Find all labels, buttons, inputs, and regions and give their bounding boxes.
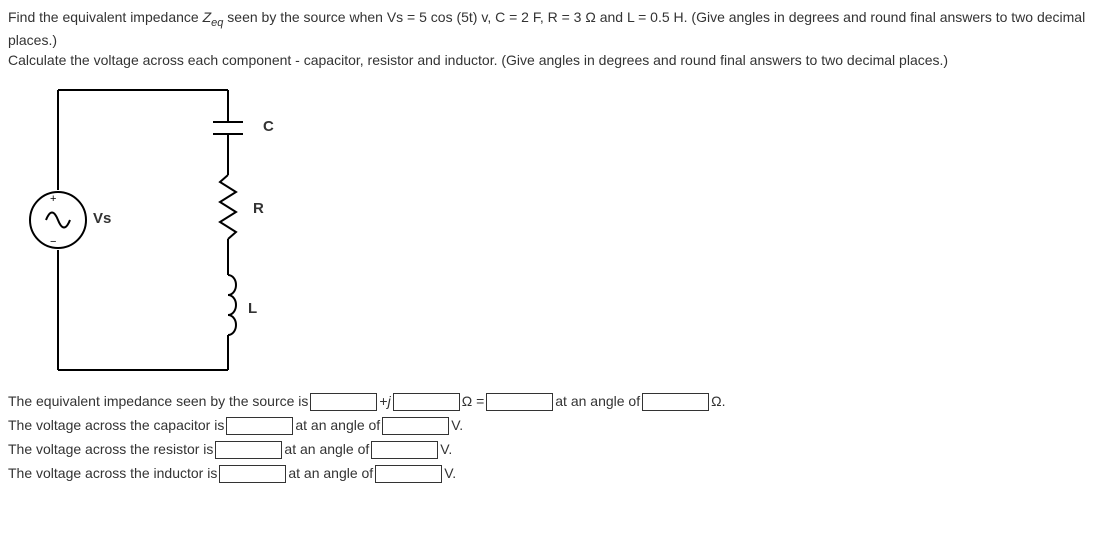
v-end-text-1: V. — [451, 414, 463, 438]
input-zeq-imag[interactable] — [393, 393, 460, 411]
input-vc-mag[interactable] — [226, 417, 293, 435]
input-vc-angle[interactable] — [382, 417, 449, 435]
at-angle-text-2: at an angle of — [295, 414, 380, 438]
input-zeq-mag[interactable] — [486, 393, 553, 411]
answer-line-vc: The voltage across the capacitor is at a… — [8, 414, 1111, 438]
input-zeq-angle[interactable] — [642, 393, 709, 411]
input-vr-angle[interactable] — [371, 441, 438, 459]
ans4-text: The voltage across the inductor is — [8, 462, 217, 486]
ans1-text: The equivalent impedance seen by the sou… — [8, 390, 308, 414]
v-end-text-3: V. — [444, 462, 456, 486]
at-angle-text-3: at an angle of — [284, 438, 369, 462]
input-vl-mag[interactable] — [219, 465, 286, 483]
omega-eq-text: Ω = — [462, 390, 485, 414]
r-label: R — [253, 200, 264, 217]
vs-minus: − — [50, 236, 56, 248]
q-line1-part1: Find the equivalent impedance — [8, 9, 203, 25]
input-zeq-real[interactable] — [310, 393, 377, 411]
ans2-text: The voltage across the capacitor is — [8, 414, 224, 438]
v-end-text-2: V. — [440, 438, 452, 462]
answer-line-vr: The voltage across the resistor is at an… — [8, 438, 1111, 462]
at-angle-text-1: at an angle of — [555, 390, 640, 414]
ans3-text: The voltage across the resistor is — [8, 438, 213, 462]
q-line2: Calculate the voltage across each compon… — [8, 52, 948, 68]
omega-end-text: Ω. — [711, 390, 725, 414]
answer-section: The equivalent impedance seen by the sou… — [8, 390, 1111, 485]
z-symbol: Z — [203, 9, 212, 25]
plus-text: + — [379, 390, 387, 414]
vs-plus: + — [50, 193, 56, 205]
at-angle-text-4: at an angle of — [288, 462, 373, 486]
question-text: Find the equivalent impedance Zeq seen b… — [8, 8, 1111, 70]
answer-line-vl: The voltage across the inductor is at an… — [8, 462, 1111, 486]
input-vl-angle[interactable] — [375, 465, 442, 483]
l-label: L — [248, 300, 257, 317]
circuit-diagram: + − Vs C R L — [28, 80, 288, 380]
answer-line-impedance: The equivalent impedance seen by the sou… — [8, 390, 1111, 414]
vs-label: Vs — [93, 210, 111, 227]
z-subscript: eq — [211, 17, 223, 29]
j-label: j — [388, 390, 391, 414]
c-label: C — [263, 118, 274, 135]
input-vr-mag[interactable] — [215, 441, 282, 459]
